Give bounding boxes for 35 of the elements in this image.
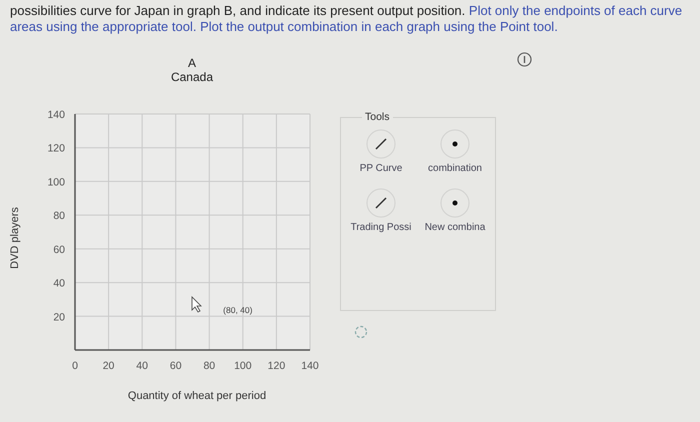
x-tick-label: 40 [136,360,148,372]
graph-letter: A [188,56,196,70]
y-tick-label: 140 [47,109,65,121]
tool-button[interactable]: PP Curve [344,129,418,174]
x-tick-label: 60 [170,360,182,372]
x-axis-label: Quantity of wheat per period [128,390,266,402]
y-tick-label: 40 [53,278,65,290]
x-tick-label: 80 [203,360,216,372]
tool-button[interactable]: Trading Possi [344,188,418,233]
y-tick-label: 120 [47,142,65,155]
point-label: (80, 40) [223,304,252,315]
y-tick-label: 60 [53,244,65,256]
y-tick-label: 20 [53,311,65,324]
y-tick-label: 100 [47,176,65,188]
y-tick-label: 80 [53,210,65,222]
point-tool-icon [440,130,470,158]
tool-button[interactable]: combination [418,129,492,174]
y-axis-label: DVD players [9,207,21,269]
panel-title: Tools [364,111,391,123]
hint-text: Plot only the endpoints of each curve [468,3,682,18]
x-tick-label: 120 [268,360,286,372]
spinner-icon [354,325,368,339]
x-tick-label: 100 [234,360,252,372]
point-tool-icon [440,188,470,218]
graph-title: Canada [170,70,214,84]
cursor-icon [192,296,202,313]
line-tool-icon [366,130,396,158]
hint-text: areas using the appropriate tool. Plot the output combination in each graph using the Point tool. [10,19,558,34]
x-tick-label: 140 [301,360,319,372]
info-icon[interactable] [517,52,532,67]
line-tool-icon [366,188,396,218]
x-tick-label: 0 [72,360,78,372]
tool-button[interactable]: New combina [418,188,492,233]
x-tick-label: 20 [102,360,114,372]
instruction-text: possibilities curve for Japan in graph B, and indicate its present output position. [10,3,466,18]
